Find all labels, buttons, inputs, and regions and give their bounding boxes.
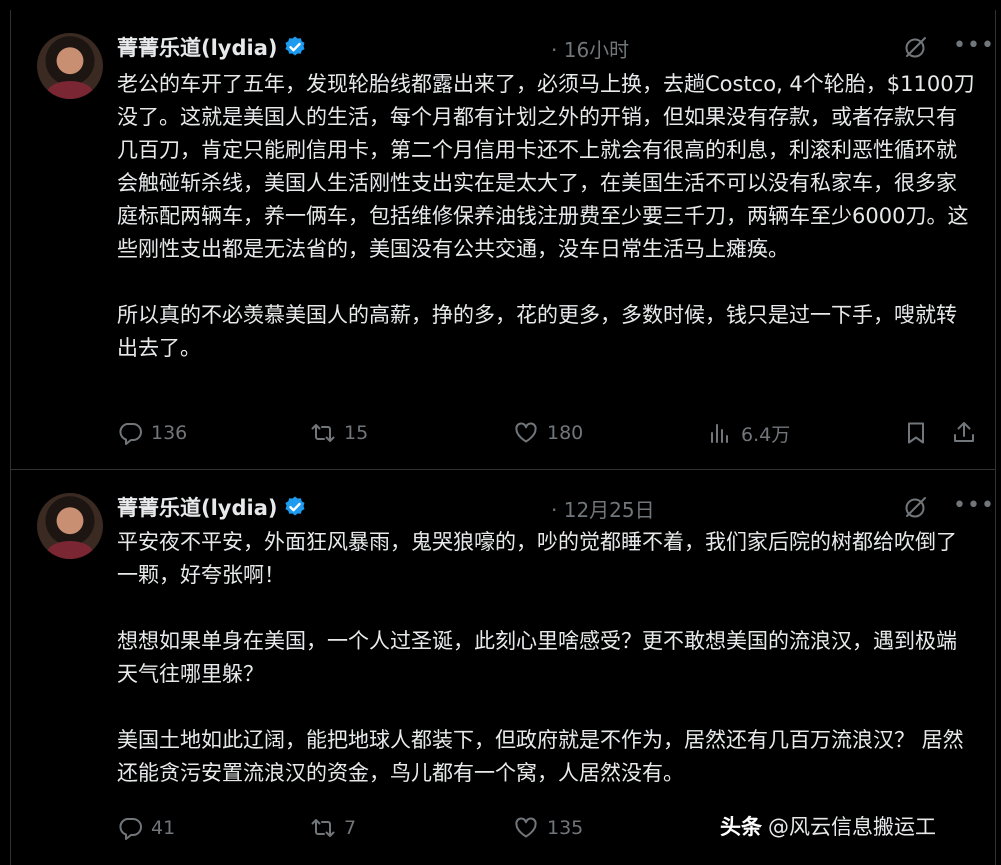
watermark: 头条 @风云信息搬运工 xyxy=(720,811,936,841)
verified-badge-icon xyxy=(285,496,305,516)
watermark-handle: @风云信息搬运工 xyxy=(768,815,936,839)
repost-count: 7 xyxy=(344,817,357,839)
views-icon xyxy=(711,424,728,443)
tweet-text: 老公的车开了五年，发现轮胎线都露出来了，必须马上换，去趟Costco, 4个轮胎… xyxy=(117,68,977,365)
tweet-paragraph: 所以真的不必羡慕美国人的高薪，挣的多，花的更多，多数时候，钱只是过一下手，嗖就转… xyxy=(117,303,957,360)
share-button[interactable] xyxy=(951,418,985,448)
reply-icon xyxy=(119,423,142,445)
tweet-header: 菁菁乐道(lydia) · 12月25日 ••• xyxy=(117,492,994,524)
author-name[interactable]: 菁菁乐道(lydia) xyxy=(117,492,277,522)
views-count: 6.4万 xyxy=(741,423,791,446)
tweet-paragraph: 老公的车开了五年，发现轮胎线都露出来了，必须马上换，去趟Costco, 4个轮胎… xyxy=(117,72,975,261)
repost-button[interactable]: 15 xyxy=(310,418,368,448)
grok-icon[interactable] xyxy=(903,494,929,520)
reply-button[interactable]: 136 xyxy=(117,418,187,448)
grok-icon[interactable] xyxy=(903,34,929,60)
watermark-brand: 头条 xyxy=(720,815,762,839)
bookmark-button[interactable] xyxy=(903,418,937,448)
like-button[interactable]: 135 xyxy=(513,813,583,843)
tweet-paragraph: 想想如果单身在美国，一个人过圣诞，此刻心里啥感受？更不敢想美国的流浪汉，遇到极端… xyxy=(117,629,957,686)
tweet-actions: 136 15 180 6.4万 xyxy=(117,418,977,448)
reply-button[interactable]: 41 xyxy=(117,813,175,843)
reply-count: 136 xyxy=(151,422,188,444)
tweet[interactable]: 菁菁乐道(lydia) · 16小时 ••• 老公的车开了五年，发现轮胎线都露出… xyxy=(11,10,995,470)
more-icon[interactable]: ••• xyxy=(953,495,994,517)
tweet-paragraph: 美国土地如此辽阔，能把地球人都装下，但政府就是不作为，居然还有几百万流浪汉？ 居… xyxy=(117,728,964,785)
reply-count: 41 xyxy=(151,817,176,839)
repost-icon xyxy=(311,424,335,442)
avatar[interactable] xyxy=(37,493,103,559)
tweet-timestamp[interactable]: · 12月25日 xyxy=(551,494,655,523)
like-icon xyxy=(515,817,537,838)
tweet-paragraph: 平安夜不平安，外面狂风暴雨，鬼哭狼嚎的，吵的觉都睡不着，我们家后院的树都给吹倒了… xyxy=(117,530,957,587)
tweet-header: 菁菁乐道(lydia) · 16小时 ••• xyxy=(117,32,994,64)
repost-button[interactable]: 7 xyxy=(310,813,356,843)
like-icon xyxy=(515,422,537,443)
author-name[interactable]: 菁菁乐道(lydia) xyxy=(117,32,277,62)
more-icon[interactable]: ••• xyxy=(953,35,994,57)
like-count: 135 xyxy=(547,817,584,839)
verified-badge-icon xyxy=(285,36,305,56)
share-icon xyxy=(954,422,974,442)
repost-icon xyxy=(311,819,335,837)
tweet-text: 平安夜不平安，外面狂风暴雨，鬼哭狼嚎的，吵的觉都睡不着，我们家后院的树都给吹倒了… xyxy=(117,526,977,790)
timeline-feed: 菁菁乐道(lydia) · 16小时 ••• 老公的车开了五年，发现轮胎线都露出… xyxy=(10,10,996,865)
avatar[interactable] xyxy=(37,33,103,99)
tweet-timestamp[interactable]: · 16小时 xyxy=(551,34,629,63)
like-button[interactable]: 180 xyxy=(513,418,583,448)
like-count: 180 xyxy=(547,422,584,444)
bookmark-icon xyxy=(908,422,924,444)
reply-icon xyxy=(119,818,142,840)
repost-count: 15 xyxy=(344,422,369,444)
views-button[interactable]: 6.4万 xyxy=(707,418,790,448)
